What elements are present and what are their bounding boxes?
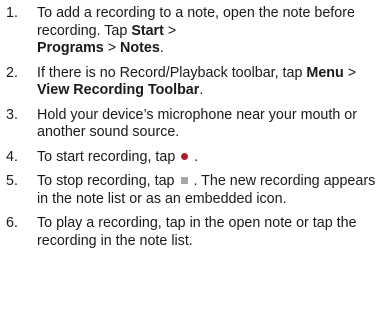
step-text: To start recording, tap.	[37, 149, 198, 165]
step-number: 6.	[6, 215, 18, 231]
period: .	[159, 40, 164, 56]
step-text-segment: To add a recording to a note, open the n…	[37, 5, 355, 39]
stop-icon	[180, 177, 188, 184]
step-text: To add a recording to a note, open the n…	[37, 5, 355, 56]
step-6: 6. To play a recording, tap in the open …	[6, 215, 384, 250]
step-text: To play a recording, tap in the open not…	[37, 215, 357, 249]
separator: >	[163, 22, 177, 39]
step-1: 1. To add a recording to a note, open th…	[6, 5, 384, 58]
notes-program-label: Notes	[120, 40, 160, 56]
step-number: 5.	[6, 173, 18, 189]
step-2: 2. If there is no Record/Playback toolba…	[6, 65, 384, 100]
menu-label: Menu	[306, 64, 344, 81]
view-recording-toolbar-label: View Recording Toolbar	[37, 82, 200, 98]
period: .	[194, 148, 199, 165]
step-5: 5. To stop recording, tap. The new recor…	[6, 173, 384, 208]
step-4: 4. To start recording, tap.	[6, 149, 384, 167]
step-number: 3.	[6, 106, 18, 123]
programs-menu-label: Programs	[37, 40, 104, 56]
record-icon	[181, 152, 189, 160]
steps-list: 1. To add a recording to a note, open th…	[6, 5, 384, 257]
separator: >	[343, 64, 357, 81]
step-text: If there is no Record/Playback toolbar, …	[37, 65, 356, 99]
step-text-segment: To stop recording, tap	[37, 173, 175, 189]
step-number: 4.	[6, 148, 18, 165]
instruction-page: 1. To add a recording to a note, open th…	[0, 0, 388, 331]
step-number: 2.	[6, 64, 18, 81]
step-3: 3. Hold your device’s microphone near yo…	[6, 107, 384, 142]
start-menu-label: Start	[131, 22, 164, 39]
step-text: Hold your device’s microphone near your …	[37, 106, 357, 141]
step-text: To stop recording, tap. The new recordin…	[37, 173, 375, 207]
step-text-segment: If there is no Record/Playback toolbar, …	[37, 64, 307, 81]
period: .	[199, 82, 204, 98]
separator: >	[103, 40, 121, 56]
step-text-segment: To start recording, tap	[37, 148, 176, 165]
step-number: 1.	[6, 5, 18, 21]
